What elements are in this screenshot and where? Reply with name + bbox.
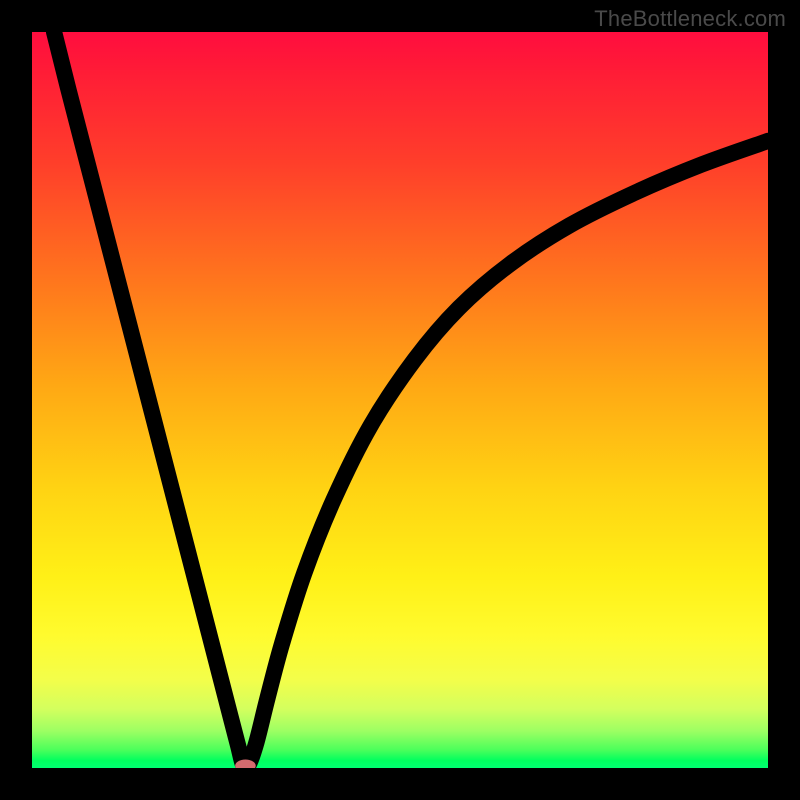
chart-frame: TheBottleneck.com — [0, 0, 800, 800]
watermark-text: TheBottleneck.com — [594, 6, 786, 32]
plot-area — [32, 32, 768, 768]
bottleneck-curve — [54, 32, 768, 768]
chart-svg — [32, 32, 768, 768]
